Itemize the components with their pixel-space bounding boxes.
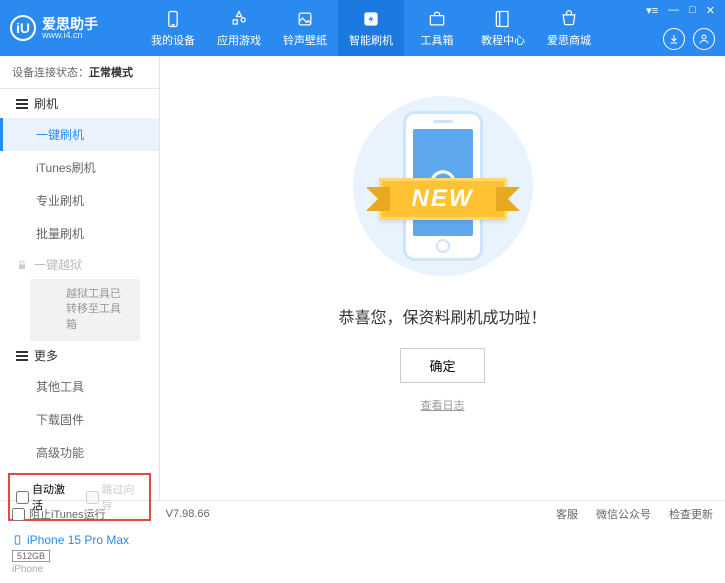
device-status: 设备连接状态：正常模式 [0,56,159,89]
device-storage: 512GB [12,550,50,562]
sidebar-item-download-firmware[interactable]: 下载固件 [0,403,159,436]
sidebar: 设备连接状态：正常模式 刷机 一键刷机 iTunes刷机 专业刷机 批量刷机 一… [0,56,160,500]
title-bar: iU 爱思助手 www.i4.cn 我的设备 应用游戏 铃声壁纸 智能刷机 工具… [0,0,725,56]
phone-icon [163,9,183,29]
check-update-link[interactable]: 检查更新 [669,506,713,522]
sidebar-item-pro-flash[interactable]: 专业刷机 [0,184,159,217]
menu-icon[interactable]: ▾≡ [646,4,658,17]
version-label: V7.98.66 [166,508,210,520]
logo-area: iU 爱思助手 www.i4.cn [10,15,140,41]
download-button[interactable] [663,28,685,50]
new-ribbon: NEW [379,178,507,220]
wechat-link[interactable]: 微信公众号 [596,506,651,522]
block-itunes-checkbox[interactable]: 阻止iTunes运行 [12,506,106,522]
apps-icon [229,9,249,29]
window-controls: ▾≡ — □ ✕ [646,0,715,17]
lock-icon [16,259,28,271]
jailbreak-moved-note: 越狱工具已转移至工具箱 [30,279,140,341]
sidebar-item-onekey-flash[interactable]: 一键刷机 [0,118,159,151]
sidebar-item-itunes-flash[interactable]: iTunes刷机 [0,151,159,184]
book-icon [493,9,513,29]
sidebar-section-jailbreak: 一键越狱 [0,250,159,279]
user-button[interactable] [693,28,715,50]
nav-my-device[interactable]: 我的设备 [140,0,206,56]
ok-button[interactable]: 确定 [400,348,484,383]
flash-icon [361,9,381,29]
maximize-button[interactable]: □ [689,4,696,17]
nav-store[interactable]: 爱思商城 [536,0,602,56]
main-content: NEW 恭喜您，保资料刷机成功啦！ 确定 查看日志 [160,56,725,500]
phone-illustration: NEW [343,86,543,286]
sidebar-section-more[interactable]: 更多 [0,341,159,370]
top-nav: 我的设备 应用游戏 铃声壁纸 智能刷机 工具箱 教程中心 爱思商城 [140,0,602,56]
sidebar-section-flash[interactable]: 刷机 [0,89,159,118]
download-icon [668,33,680,45]
list-icon [16,351,28,361]
sidebar-item-batch-flash[interactable]: 批量刷机 [0,217,159,250]
media-icon [295,9,315,29]
nav-toolbox[interactable]: 工具箱 [404,0,470,56]
nav-smart-flash[interactable]: 智能刷机 [338,0,404,56]
user-icon [698,33,710,45]
device-type: iPhone [12,564,147,575]
cart-icon [559,9,579,29]
sidebar-item-advanced[interactable]: 高级功能 [0,436,159,469]
nav-ringtones-wallpapers[interactable]: 铃声壁纸 [272,0,338,56]
device-name[interactable]: iPhone 15 Pro Max [12,533,147,547]
nav-tutorials[interactable]: 教程中心 [470,0,536,56]
sidebar-item-other-tools[interactable]: 其他工具 [0,370,159,403]
success-message: 恭喜您，保资料刷机成功啦！ [338,304,546,328]
list-icon [16,99,28,109]
customer-service-link[interactable]: 客服 [556,506,578,522]
device-info: iPhone 15 Pro Max 512GB iPhone [0,525,159,583]
close-button[interactable]: ✕ [706,4,715,17]
view-log-link[interactable]: 查看日志 [421,397,465,413]
app-logo-icon: iU [10,15,36,41]
app-name: 爱思助手 [42,17,98,31]
phone-icon [12,533,23,547]
app-url: www.i4.cn [42,31,98,40]
toolbox-icon [427,9,447,29]
nav-apps-games[interactable]: 应用游戏 [206,0,272,56]
minimize-button[interactable]: — [668,4,679,17]
